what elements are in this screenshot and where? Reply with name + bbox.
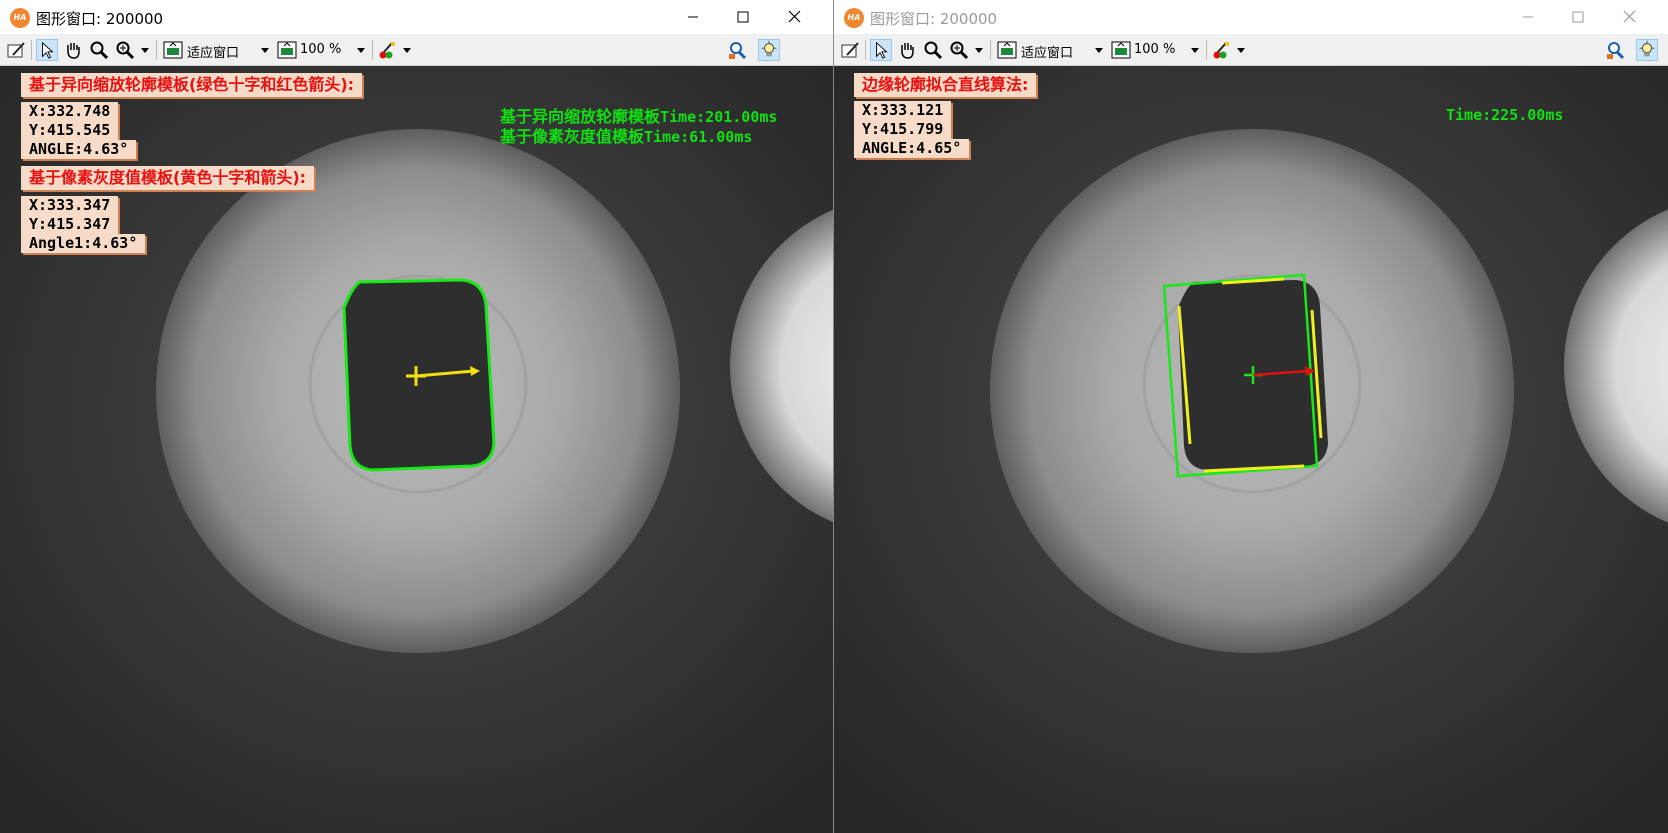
halcon-app-icon: HA — [844, 8, 864, 28]
fit-time-value: Time:225.00ms — [1446, 106, 1564, 124]
fit-window-label[interactable]: 适应窗口 — [187, 42, 239, 61]
fit-window-dropdown-arrow-icon[interactable] — [261, 48, 269, 53]
window-title: 图形窗口: 200000 — [36, 10, 164, 28]
timing-gray-row: 基于像素灰度值模板Time:61.00ms — [500, 126, 752, 148]
hand-pan-icon[interactable] — [896, 39, 918, 61]
edit-icon[interactable] — [5, 39, 27, 61]
title-bar[interactable]: HA 图形窗口: 200000 — [834, 0, 1668, 34]
window-title: 图形窗口: 200000 — [870, 10, 998, 28]
fit-angle-value: ANGLE:4.65° — [854, 139, 970, 158]
paint-tool-icon[interactable] — [376, 39, 398, 61]
zoom-dropdown-arrow-icon[interactable] — [975, 48, 983, 53]
timing-gray-label: 基于像素灰度值模板 — [500, 127, 645, 146]
pointer-icon[interactable] — [36, 39, 58, 61]
gray-angle-value: Angle1:4.63° — [21, 234, 146, 253]
minimize-icon[interactable] — [679, 6, 707, 28]
maximize-icon[interactable] — [1564, 6, 1592, 28]
close-icon[interactable] — [781, 6, 809, 28]
graphics-window-right: HA 图形窗口: 200000 适应窗口 100 % 边缘轮廓拟合直线算法: X… — [834, 0, 1668, 833]
maximize-icon[interactable] — [729, 6, 757, 28]
zoom-level-dropdown-arrow-icon[interactable] — [1191, 48, 1199, 53]
zoom-level-dropdown-arrow-icon[interactable] — [357, 48, 365, 53]
pointer-icon[interactable] — [870, 39, 892, 61]
minimize-icon[interactable] — [1514, 6, 1542, 28]
fit-x-value: X:333.121 — [854, 101, 952, 120]
line-fit-header: 边缘轮廓拟合直线算法: — [854, 73, 1037, 97]
inspect-icon[interactable] — [1604, 39, 1626, 61]
paint-tool-icon[interactable] — [1210, 39, 1232, 61]
halcon-app-icon: HA — [10, 8, 30, 28]
zoom-in-icon[interactable] — [948, 39, 970, 61]
zoom-level-value[interactable]: 100 % — [300, 42, 341, 57]
lightbulb-icon[interactable] — [758, 39, 780, 61]
gray-y-value: Y:415.347 — [21, 215, 119, 234]
zoom-level-value[interactable]: 100 % — [1134, 42, 1175, 57]
timing-shape-value: Time:201.00ms — [660, 108, 778, 126]
inspect-icon[interactable] — [726, 39, 748, 61]
title-bar[interactable]: HA 图形窗口: 200000 — [0, 0, 833, 34]
magnifier-icon[interactable] — [88, 39, 110, 61]
lightbulb-icon[interactable] — [1636, 39, 1658, 61]
timing-gray-value: Time:61.00ms — [644, 128, 753, 146]
toolbar: 适应窗口 100 % — [0, 34, 833, 66]
zoom-dropdown-arrow-icon[interactable] — [141, 48, 149, 53]
gray-model-header: 基于像素灰度值模板(黄色十字和箭头): — [21, 166, 315, 190]
image-canvas[interactable]: 边缘轮廓拟合直线算法: X:333.121 Y:415.799 ANGLE:4.… — [834, 66, 1668, 833]
graphics-window-left: HA 图形窗口: 200000 适应窗口 100 % 基于异向缩放轮廓模板(绿色… — [0, 0, 834, 833]
magnifier-icon[interactable] — [922, 39, 944, 61]
shape-angle-value: ANGLE:4.63° — [21, 140, 137, 159]
image-canvas[interactable]: 基于异向缩放轮廓模板(绿色十字和红色箭头): X:332.748 Y:415.5… — [0, 66, 833, 833]
fit-window-dropdown-arrow-icon[interactable] — [1095, 48, 1103, 53]
gray-x-value: X:333.347 — [21, 196, 119, 215]
shape-x-value: X:332.748 — [21, 102, 119, 121]
toolbar: 适应窗口 100 % — [834, 34, 1668, 66]
shape-y-value: Y:415.545 — [21, 121, 119, 140]
fit-y-value: Y:415.799 — [854, 120, 952, 139]
fit-window-icon[interactable] — [162, 39, 184, 61]
camera-image — [834, 66, 1668, 833]
hand-pan-icon[interactable] — [62, 39, 84, 61]
fit-window-icon[interactable] — [996, 39, 1018, 61]
zoom-level-icon[interactable] — [276, 39, 298, 61]
close-icon[interactable] — [1616, 6, 1644, 28]
timing-shape-label: 基于异向缩放轮廓模板 — [500, 107, 661, 126]
paint-dropdown-arrow-icon[interactable] — [403, 48, 411, 53]
fit-window-label[interactable]: 适应窗口 — [1021, 42, 1073, 61]
shape-model-header: 基于异向缩放轮廓模板(绿色十字和红色箭头): — [21, 73, 363, 97]
zoom-in-icon[interactable] — [114, 39, 136, 61]
paint-dropdown-arrow-icon[interactable] — [1237, 48, 1245, 53]
zoom-level-icon[interactable] — [1110, 39, 1132, 61]
edit-icon[interactable] — [839, 39, 861, 61]
timing-shape-row: 基于异向缩放轮廓模板Time:201.00ms — [500, 106, 777, 128]
